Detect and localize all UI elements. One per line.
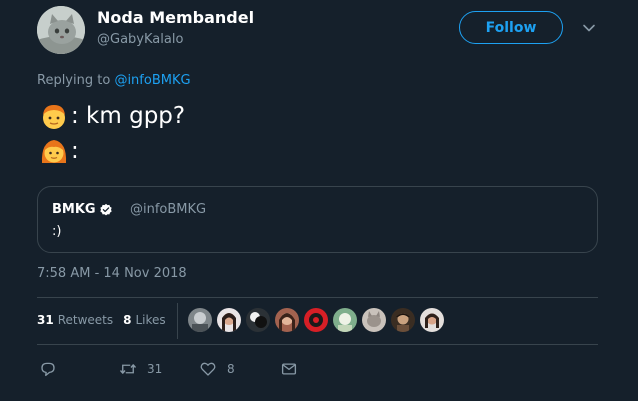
envelope-icon[interactable] (280, 360, 298, 378)
quoted-display-name: BMKG (52, 202, 96, 217)
quoted-tweet[interactable]: BMKG @infoBMKG :) (37, 186, 598, 253)
retweet-action[interactable]: 31 (119, 360, 162, 378)
tweet-text-line-1: : km gpp? (39, 101, 185, 131)
chevron-down-icon[interactable] (581, 20, 597, 36)
tweet-timestamp[interactable]: 7:58 AM - 14 Nov 2018 (37, 266, 187, 281)
tweet-text-1: : km gpp? (71, 103, 186, 129)
replying-prefix: Replying to (37, 73, 115, 88)
like-count: 8 (227, 362, 235, 376)
liker-avatar[interactable] (246, 308, 270, 332)
tweet-text-line-2: : (39, 136, 79, 166)
reply-icon[interactable] (39, 360, 57, 378)
tweet-stats: 31 Retweets 8 Likes (37, 313, 166, 327)
liker-avatar[interactable] (188, 308, 212, 332)
retweets-count[interactable]: 31 (37, 313, 54, 327)
divider (37, 297, 598, 298)
man-emoji-icon (43, 105, 65, 129)
quoted-text: :) (52, 224, 62, 239)
liker-avatar[interactable] (420, 308, 444, 332)
likes-label[interactable]: Likes (136, 313, 166, 327)
quoted-handle: @infoBMKG (130, 202, 207, 217)
replying-to: Replying to @infoBMKG (37, 73, 191, 88)
author-avatar[interactable] (37, 6, 85, 54)
heart-icon[interactable] (199, 360, 217, 378)
message-action[interactable] (280, 360, 298, 378)
author-handle[interactable]: @GabyKalalo (97, 32, 183, 47)
verified-badge-icon (99, 203, 112, 215)
liker-avatar[interactable] (275, 308, 299, 332)
retweet-icon[interactable] (119, 360, 137, 378)
liker-avatar[interactable] (304, 308, 328, 332)
retweets-label[interactable]: Retweets (58, 313, 113, 327)
tweet-text-2: : (71, 138, 79, 164)
retweet-count: 31 (147, 362, 163, 376)
stats-separator (177, 303, 178, 339)
tweet-detail: Noda Membandel @GabyKalalo Follow Replyi… (0, 0, 638, 401)
liker-avatar[interactable] (217, 308, 241, 332)
author-display-name[interactable]: Noda Membandel (97, 8, 254, 27)
follow-button[interactable]: Follow (459, 11, 563, 44)
quoted-author: BMKG (52, 202, 113, 217)
liker-avatar[interactable] (362, 308, 386, 332)
woman-emoji-icon (41, 140, 67, 163)
likes-count[interactable]: 8 (123, 313, 131, 327)
reply-action[interactable] (39, 360, 57, 378)
like-action[interactable]: 8 (199, 360, 235, 378)
replying-mention-link[interactable]: @infoBMKG (114, 73, 190, 88)
liker-avatar[interactable] (333, 308, 357, 332)
liker-avatar[interactable] (391, 308, 415, 332)
divider (37, 344, 598, 345)
